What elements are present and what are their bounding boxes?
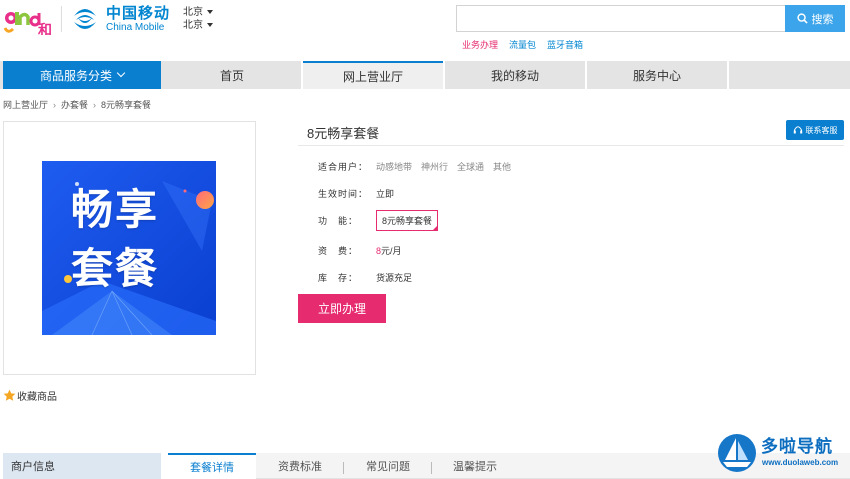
title-divider bbox=[298, 145, 844, 146]
user-option-easyown[interactable]: 神州行 bbox=[421, 160, 448, 173]
watermark-name: 多啦导航 bbox=[761, 437, 833, 456]
function-option-selected[interactable]: 8元畅享套餐 bbox=[376, 210, 439, 231]
effect-time-value: 立即 bbox=[376, 189, 395, 199]
caret-down-icon bbox=[207, 23, 213, 28]
function-row: 功 能： 8元畅享套餐 bbox=[318, 210, 439, 231]
caret-down-icon bbox=[207, 10, 213, 15]
contact-service-button[interactable]: 联系客服 bbox=[786, 120, 844, 140]
tab-plan-details[interactable]: 套餐详情 bbox=[168, 453, 256, 479]
nav-item-home[interactable]: 首页 bbox=[163, 61, 301, 89]
hotlink-data-pack[interactable]: 流量包 bbox=[509, 40, 536, 50]
breadcrumb-current: 8元畅享套餐 bbox=[101, 100, 152, 110]
nav-item-label: 服务中心 bbox=[632, 68, 681, 83]
star-icon bbox=[3, 389, 16, 401]
product-title: 8元畅享套餐 bbox=[307, 126, 380, 141]
nav-item-service-center[interactable]: 服务中心 bbox=[587, 61, 727, 89]
price-unit: 元/月 bbox=[381, 246, 402, 256]
effect-time-label: 生效时间： bbox=[318, 189, 369, 199]
breadcrumb: 网上营业厅 › 办套餐 › 8元畅享套餐 bbox=[3, 98, 151, 111]
breadcrumb-online-hall[interactable]: 网上营业厅 bbox=[3, 100, 48, 110]
china-mobile-logo-icon[interactable] bbox=[70, 4, 100, 34]
search-input[interactable] bbox=[456, 5, 786, 32]
stock-value: 货源充足 bbox=[376, 273, 413, 283]
price-label: 资 费： bbox=[318, 246, 359, 256]
watermark-url: www.duolaweb.com bbox=[762, 458, 839, 467]
price-row: 资 费： 8元/月 bbox=[318, 244, 402, 257]
nav-item-label: 首页 bbox=[219, 68, 244, 83]
nav-item-label: 我的移动 bbox=[490, 68, 539, 83]
contact-service-label: 联系客服 bbox=[805, 125, 838, 135]
effect-time-row: 生效时间： 立即 bbox=[318, 187, 394, 200]
header: 和 中国移动 China Mobile 北京 北京 搜索 业务办理 流量包 蓝牙音箱 bbox=[0, 0, 850, 58]
favorite-label: 收藏商品 bbox=[17, 392, 57, 403]
category-menu-label: 商品服务分类 bbox=[39, 68, 112, 83]
user-option-mzone[interactable]: 动感地带 bbox=[376, 160, 412, 173]
tab-fee-standard[interactable]: 资费标准 bbox=[260, 453, 340, 479]
user-option-gotone[interactable]: 全球通 bbox=[457, 160, 484, 173]
main-nav: 商品服务分类 首页 网上营业厅 我的移动 服务中心 bbox=[0, 61, 850, 89]
nav-item-my-mobile[interactable]: 我的移动 bbox=[445, 61, 585, 89]
hotlink-bluetooth-speaker[interactable]: 蓝牙音箱 bbox=[547, 40, 583, 50]
nav-item-label: 网上营业厅 bbox=[342, 69, 403, 84]
stock-label: 库 存： bbox=[318, 273, 359, 283]
headset-icon bbox=[793, 126, 802, 134]
nav-item-online-hall[interactable]: 网上营业厅 bbox=[303, 61, 443, 89]
tab-faq[interactable]: 常见问题 bbox=[346, 453, 430, 479]
logo-divider bbox=[61, 6, 62, 32]
brand-name-en: China Mobile bbox=[106, 22, 165, 33]
search-button-label: 搜索 bbox=[811, 13, 834, 26]
favorite-product-button[interactable]: 收藏商品 bbox=[3, 388, 57, 403]
banner-text-line-1: 畅享 bbox=[71, 185, 160, 234]
merchant-info-header: 商户信息 bbox=[3, 453, 161, 479]
brand-name-cn: 中国移动 bbox=[106, 5, 171, 22]
hotlink-business[interactable]: 业务办理 bbox=[462, 40, 498, 50]
breadcrumb-plans[interactable]: 办套餐 bbox=[61, 100, 88, 110]
stock-row: 库 存： 货源充足 bbox=[318, 271, 412, 284]
china-mobile-logo-text[interactable]: 中国移动 China Mobile bbox=[106, 5, 170, 34]
search-icon bbox=[796, 13, 808, 24]
tab-divider bbox=[431, 462, 432, 474]
function-label: 功 能： bbox=[318, 216, 359, 226]
chevron-down-icon bbox=[116, 68, 126, 78]
nav-divider bbox=[727, 61, 729, 89]
banner-text-line-2: 套餐 bbox=[71, 244, 160, 293]
product-image-frame: 畅享 套餐 bbox=[3, 121, 256, 375]
user-option-other[interactable]: 其他 bbox=[493, 160, 511, 173]
hot-search-links: 业务办理 流量包 蓝牙音箱 bbox=[462, 38, 594, 51]
breadcrumb-chevron-icon: › bbox=[93, 100, 97, 110]
tab-divider bbox=[343, 462, 344, 474]
search-button[interactable]: 搜索 bbox=[785, 5, 845, 32]
breadcrumb-chevron-icon: › bbox=[53, 100, 57, 110]
apply-now-button[interactable]: 立即办理 bbox=[298, 294, 386, 323]
product-banner-image: 畅享 套餐 bbox=[42, 161, 216, 335]
suitable-users-row: 适合用户： 动感地带 神州行 全球通 其他 bbox=[318, 160, 520, 173]
category-menu-button[interactable]: 商品服务分类 bbox=[3, 61, 161, 89]
sailboat-logo-icon bbox=[718, 434, 756, 472]
suitable-users-label: 适合用户： bbox=[318, 162, 369, 172]
city-label: 北京 bbox=[183, 20, 203, 31]
svg-text:和: 和 bbox=[38, 23, 52, 35]
province-label: 北京 bbox=[183, 7, 203, 18]
tab-tips[interactable]: 温馨提示 bbox=[434, 453, 516, 479]
and-logo[interactable]: 和 bbox=[3, 5, 53, 35]
duolaweb-watermark: 多啦导航 www.duolaweb.com bbox=[717, 430, 842, 475]
city-selector[interactable]: 北京 北京 bbox=[183, 6, 213, 32]
